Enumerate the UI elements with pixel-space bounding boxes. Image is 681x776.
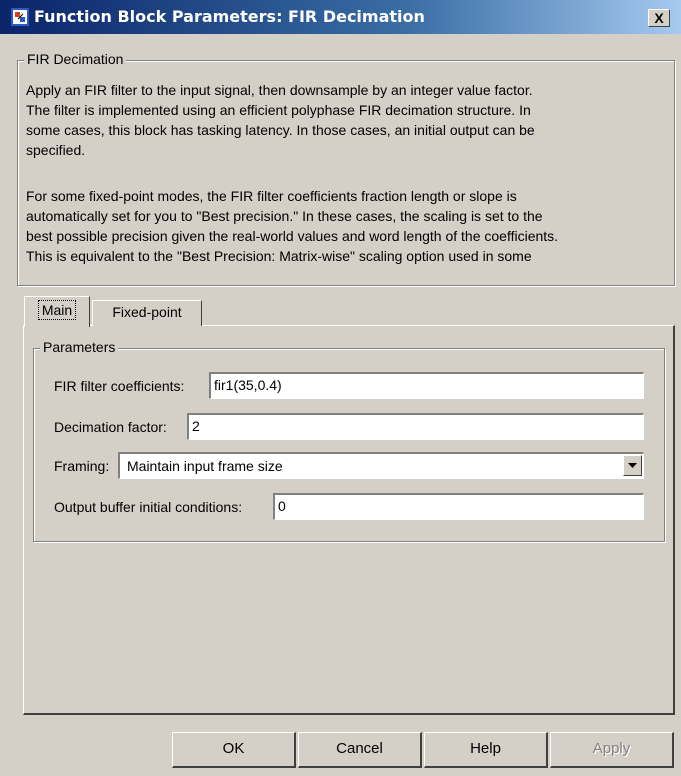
dialog-window: Function Block Parameters: FIR Decimatio…: [0, 0, 681, 776]
description-line: specified.: [26, 142, 86, 158]
framing-select[interactable]: Maintain input frame size: [118, 452, 644, 479]
description-line: automatically set for you to "Best preci…: [26, 208, 543, 224]
dropdown-arrow-button[interactable]: [623, 455, 642, 476]
decimation-factor-label: Decimation factor:: [54, 419, 167, 435]
ok-button[interactable]: OK: [172, 732, 296, 768]
parameters-group-title: Parameters: [40, 339, 119, 355]
window-title: Function Block Parameters: FIR Decimatio…: [34, 7, 425, 26]
close-icon: X: [654, 10, 664, 26]
output-buffer-label: Output buffer initial conditions:: [54, 499, 243, 515]
fir-coefficients-label: FIR filter coefficients:: [54, 378, 185, 394]
help-button[interactable]: Help: [424, 732, 548, 768]
title-bar[interactable]: Function Block Parameters: FIR Decimatio…: [0, 0, 681, 34]
description-line: For some fixed-point modes, the FIR filt…: [26, 188, 517, 204]
output-buffer-input[interactable]: 0: [273, 493, 644, 520]
cancel-button[interactable]: Cancel: [298, 732, 422, 768]
fir-coefficients-input[interactable]: fir1(35,0.4): [209, 372, 644, 399]
description-group-title: FIR Decimation: [24, 51, 127, 67]
framing-select-value: Maintain input frame size: [127, 458, 283, 474]
tab-fixed-point[interactable]: Fixed-point: [92, 300, 202, 326]
description-line: Apply an FIR filter to the input signal,…: [26, 82, 533, 98]
tab-fixed-point-label: Fixed-point: [112, 304, 182, 320]
description-line: The filter is implemented using an effic…: [26, 102, 531, 118]
description-line: This is equivalent to the "Best Precisio…: [26, 248, 532, 264]
framing-label: Framing:: [54, 458, 110, 474]
chevron-down-icon: [628, 463, 637, 468]
simulink-block-icon: [11, 8, 29, 26]
tab-main-label: Main: [37, 300, 77, 320]
description-line: best possible precision given the real-w…: [26, 228, 559, 244]
close-button[interactable]: X: [648, 9, 670, 27]
decimation-factor-input[interactable]: 2: [187, 413, 644, 440]
tab-main[interactable]: Main: [24, 296, 90, 327]
apply-button[interactable]: Apply: [550, 732, 674, 768]
description-line: some cases, this block has tasking laten…: [26, 122, 535, 138]
